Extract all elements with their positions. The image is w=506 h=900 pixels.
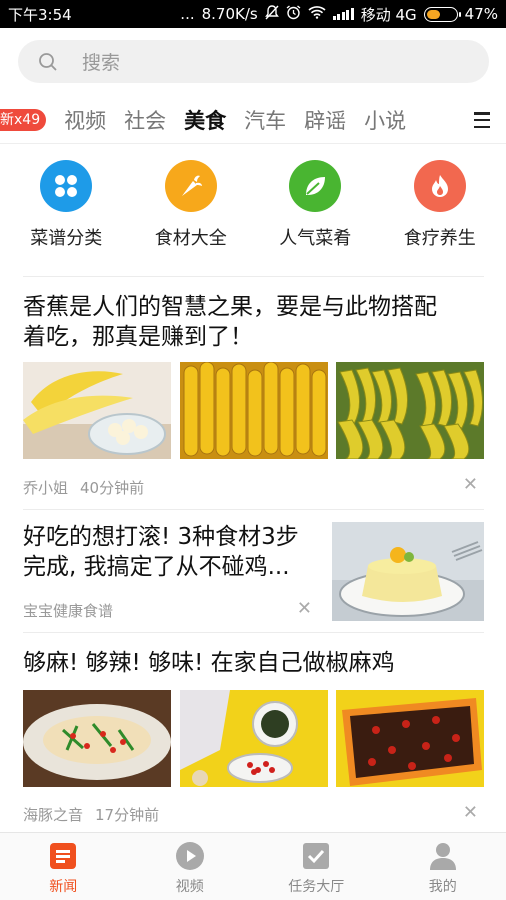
category-popular-dishes[interactable]: 人气菜肴 xyxy=(255,160,375,274)
leaf-icon xyxy=(289,160,342,212)
article-images xyxy=(23,362,484,459)
banana-stall-image xyxy=(336,362,484,459)
carrier-label: 移动 4G xyxy=(360,5,417,24)
nav-news[interactable]: 新闻 xyxy=(3,833,123,900)
dismiss-icon[interactable]: ✕ xyxy=(297,598,312,619)
article-title-line: 香蕉是人们的智慧之果，要是与此物搭配 xyxy=(23,294,437,320)
nav-video[interactable]: 视频 xyxy=(130,833,250,900)
section-divider xyxy=(23,276,484,277)
pepper-prep-image xyxy=(179,690,328,787)
play-icon xyxy=(175,841,205,871)
search-bar[interactable]: 搜索 xyxy=(18,40,489,83)
task-check-icon xyxy=(301,841,331,871)
spicy-chicken-plate-image xyxy=(23,690,171,787)
new-count-badge[interactable]: 新x49 xyxy=(0,108,47,131)
category-ingredients[interactable]: 食材大全 xyxy=(131,160,251,274)
article-title-line: 够麻! 够辣! 够味! 在家自己做椒麻鸡 xyxy=(23,650,395,676)
search-icon xyxy=(38,52,58,72)
custard-dessert-image xyxy=(332,522,484,621)
profile-icon xyxy=(428,841,458,871)
peppercorn-tray-image xyxy=(336,690,484,787)
notification-dots: ... xyxy=(180,5,195,23)
banana-bunch-image xyxy=(179,362,328,459)
article-divider xyxy=(23,509,484,510)
dismiss-icon[interactable]: ✕ xyxy=(463,474,478,495)
category-label: 人气菜肴 xyxy=(279,228,352,249)
news-item[interactable]: 好吃的想打滚! 3种食材3步 完成, 我搞定了从不碰鸡... 宝宝健康食谱 ✕ xyxy=(23,522,484,624)
nav-label: 新闻 xyxy=(49,879,78,895)
search-placeholder: 搜索 xyxy=(82,52,121,74)
status-bar: 下午3:54 ... 8.70K/s 移动 4G 47% xyxy=(0,0,506,28)
mute-icon xyxy=(264,4,279,24)
nav-profile[interactable]: 我的 xyxy=(383,833,503,900)
signal-icon xyxy=(332,8,354,20)
tab-video[interactable]: 视频 xyxy=(64,105,106,135)
tab-novel[interactable]: 小说 xyxy=(364,105,406,135)
channel-menu-icon[interactable] xyxy=(474,112,490,128)
article-meta: 海豚之音 17分钟前 xyxy=(23,804,484,825)
news-item[interactable]: 够麻! 够辣! 够味! 在家自己做椒麻鸡 海豚之音 17分钟前 ✕ xyxy=(23,648,484,828)
alarm-icon xyxy=(286,4,301,24)
category-recipes[interactable]: 菜谱分类 xyxy=(6,160,126,274)
carrot-icon xyxy=(164,160,217,212)
article-title-line: 着吃，那真是赚到了！ xyxy=(23,324,253,350)
news-item[interactable]: 香蕉是人们的智慧之果，要是与此物搭配 着吃，那真是赚到了！ 乔小姐 40分钟前 … xyxy=(23,292,484,504)
flame-icon xyxy=(413,160,466,212)
nav-label: 视频 xyxy=(175,879,204,895)
category-label: 食疗养生 xyxy=(403,228,476,249)
article-time: 40分钟前 xyxy=(80,479,145,497)
category-label: 菜谱分类 xyxy=(30,228,103,249)
food-categories: 菜谱分类 食材大全 人气菜肴 食疗养生 xyxy=(0,160,506,274)
battery-level xyxy=(426,9,440,19)
category-label: 食材大全 xyxy=(154,228,227,249)
tab-society[interactable]: 社会 xyxy=(124,105,166,135)
network-speed: 8.70K/s xyxy=(201,5,258,23)
status-time: 下午3:54 xyxy=(8,5,72,24)
banana-bowl-image xyxy=(23,362,171,459)
tab-cars[interactable]: 汽车 xyxy=(244,105,286,135)
battery-percent: 47% xyxy=(464,5,498,23)
wifi-icon xyxy=(308,5,326,23)
article-source: 海豚之音 xyxy=(23,806,84,824)
article-meta: 宝宝健康食谱 xyxy=(23,600,125,621)
article-title-line: 完成, 我搞定了从不碰鸡... xyxy=(23,554,290,580)
tab-food[interactable]: 美食 xyxy=(184,105,226,135)
nav-label: 我的 xyxy=(428,879,457,895)
article-title-line: 好吃的想打滚! 3种食材3步 xyxy=(23,524,299,550)
battery-icon xyxy=(423,6,461,22)
article-source: 乔小姐 xyxy=(23,479,69,497)
channel-tabs: 新x49 视频 社会 美食 汽车 辟谣 小说 xyxy=(0,96,506,144)
article-divider xyxy=(23,632,484,633)
bottom-nav: 新闻 视频 任务大厅 我的 xyxy=(0,832,506,900)
article-meta: 乔小姐 40分钟前 xyxy=(23,477,484,498)
dismiss-icon[interactable]: ✕ xyxy=(463,802,478,823)
clover-icon xyxy=(40,160,93,212)
article-source: 宝宝健康食谱 xyxy=(23,602,114,620)
nav-label: 任务大厅 xyxy=(288,879,345,895)
nav-task-hall[interactable]: 任务大厅 xyxy=(256,833,376,900)
tab-rumors[interactable]: 辟谣 xyxy=(304,105,346,135)
category-diet-therapy[interactable]: 食疗养生 xyxy=(380,160,500,274)
article-time: 17分钟前 xyxy=(95,806,160,824)
article-images xyxy=(23,690,484,787)
news-icon xyxy=(48,841,78,871)
